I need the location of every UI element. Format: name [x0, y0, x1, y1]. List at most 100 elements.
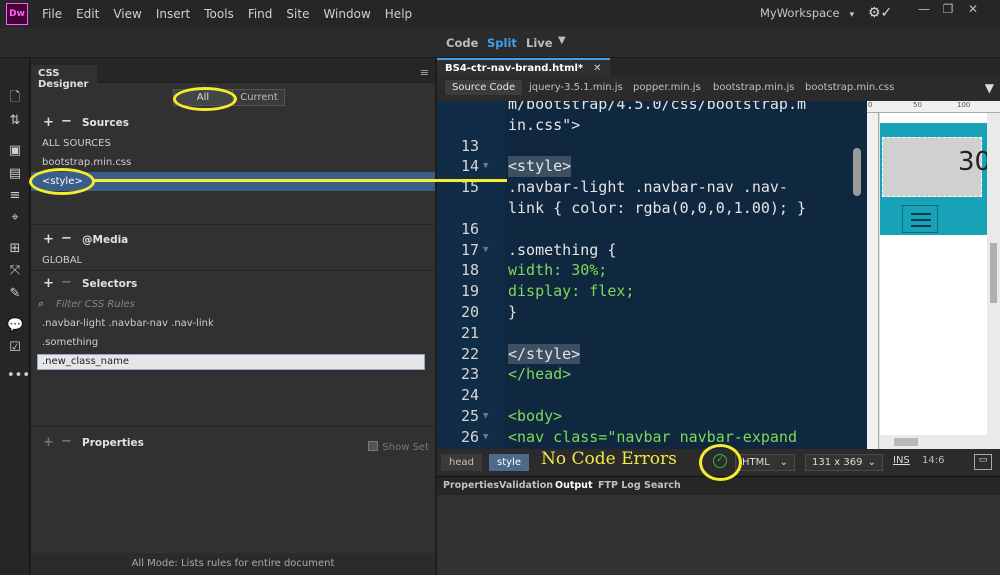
- code-view-icon[interactable]: ▣: [7, 143, 23, 159]
- selector-item[interactable]: .something: [31, 333, 435, 352]
- workspace-name: MyWorkspace: [760, 6, 840, 20]
- ruler-tick: 50: [913, 101, 922, 109]
- filter-icon[interactable]: ▼: [985, 81, 994, 95]
- panel-menu-icon[interactable]: ≡: [420, 66, 429, 79]
- window-size-select[interactable]: 131 x 369 ⌄: [805, 454, 883, 471]
- workspace-switcher[interactable]: MyWorkspace ▾: [760, 6, 854, 20]
- code-line: 17 ▼ .something {: [460, 240, 617, 261]
- menu-insert[interactable]: Insert: [156, 7, 190, 21]
- remove-media-icon[interactable]: −: [61, 231, 72, 246]
- related-file-bootstrap-css[interactable]: bootstrap.min.css: [805, 82, 894, 93]
- add-source-icon[interactable]: +: [43, 115, 54, 130]
- menu-edit[interactable]: Edit: [76, 7, 99, 21]
- preview-horizontal-scrollbar[interactable]: [880, 435, 987, 449]
- dom-icon[interactable]: ⊞: [7, 241, 23, 257]
- source-item-all[interactable]: ALL SOURCES: [31, 134, 435, 153]
- tag-selector-head[interactable]: head: [441, 454, 482, 471]
- tab-output[interactable]: Output: [555, 480, 593, 491]
- code-view-button[interactable]: Code: [446, 36, 478, 50]
- fold-arrow-icon[interactable]: ▼: [483, 240, 488, 261]
- code-line-text: in.css">: [508, 115, 581, 134]
- divider: [31, 270, 435, 271]
- filter-placeholder: Filter CSS Rules: [56, 299, 135, 310]
- split-view-button[interactable]: Split: [487, 36, 517, 50]
- media-item-global[interactable]: GLOBAL: [31, 251, 435, 270]
- tag-selector-style[interactable]: style: [489, 454, 529, 471]
- minimize-icon[interactable]: —: [913, 2, 935, 22]
- remove-selector-icon[interactable]: −: [61, 275, 72, 290]
- new-file-icon[interactable]: 🗋: [7, 90, 23, 106]
- preview-vertical-scrollbar[interactable]: [987, 113, 1000, 449]
- new-selector-input[interactable]: .new_class_name: [37, 354, 425, 370]
- chevron-down-icon[interactable]: ▼: [558, 35, 566, 46]
- menu-help[interactable]: Help: [385, 7, 412, 21]
- current-toggle-button[interactable]: Current: [233, 89, 285, 106]
- preview-icon[interactable]: ▭: [974, 454, 992, 470]
- brush-icon[interactable]: ✎: [7, 286, 23, 302]
- divider: [31, 426, 435, 427]
- add-selector-icon[interactable]: +: [43, 276, 54, 291]
- tab-search[interactable]: Search: [644, 480, 681, 491]
- document-tab-label: BS4-ctr-nav-brand.html*: [445, 63, 584, 74]
- transform-icon[interactable]: ⤧: [7, 263, 23, 279]
- live-view-button[interactable]: Live: [526, 36, 553, 50]
- show-set-checkbox[interactable]: Show Set: [368, 441, 429, 453]
- menu-site[interactable]: Site: [286, 7, 309, 21]
- target-icon[interactable]: ⌖: [7, 210, 23, 226]
- comment-icon[interactable]: 💬: [7, 318, 23, 334]
- related-file-bootstrap-js[interactable]: bootstrap.min.js: [713, 82, 794, 93]
- preview-navbar: 30: [880, 123, 991, 235]
- restore-icon[interactable]: ❐: [937, 2, 959, 22]
- remove-source-icon[interactable]: −: [61, 114, 72, 129]
- sync-settings-icon[interactable]: ⚙✓: [868, 5, 892, 21]
- code-line-text: .navbar-light .navbar-nav .nav-: [508, 178, 788, 197]
- css-designer-tab[interactable]: CSS Designer: [31, 65, 97, 90]
- media-header: + − @Media: [31, 229, 435, 251]
- remove-property-icon[interactable]: −: [61, 434, 72, 449]
- show-set-label: Show Set: [382, 442, 429, 453]
- fold-arrow-icon[interactable]: ▼: [483, 156, 488, 177]
- code-errors-message: No Code Errors: [541, 449, 677, 469]
- add-media-icon[interactable]: +: [43, 232, 54, 247]
- source-item-bootstrap[interactable]: bootstrap.min.css: [31, 153, 435, 172]
- related-file-source-code[interactable]: Source Code: [445, 80, 523, 95]
- validate-icon[interactable]: ☑: [7, 340, 23, 356]
- menu-window[interactable]: Window: [323, 7, 370, 21]
- close-icon[interactable]: ✕: [593, 63, 601, 74]
- cursor-position: 14:6: [922, 455, 945, 466]
- hamburger-icon[interactable]: [902, 205, 938, 233]
- tab-properties[interactable]: Properties: [443, 480, 499, 491]
- menu-view[interactable]: View: [113, 7, 141, 21]
- document-type-value: HTML: [742, 457, 770, 468]
- code-scrollbar[interactable]: [853, 148, 861, 196]
- scroll-thumb[interactable]: [990, 243, 997, 303]
- filter-css-rules[interactable]: ⌕ Filter CSS Rules: [31, 295, 435, 314]
- menu-file[interactable]: File: [42, 7, 62, 21]
- fold-arrow-icon[interactable]: ▼: [483, 406, 488, 427]
- document-type-select[interactable]: HTML ⌄: [735, 454, 795, 471]
- close-icon[interactable]: ✕: [962, 2, 984, 22]
- properties-title: Properties: [82, 437, 144, 449]
- annotation-circle-style: [29, 168, 95, 195]
- related-file-jquery[interactable]: jquery-3.5.1.min.js: [529, 82, 623, 93]
- code-view[interactable]: m/bootstrap/4.5.0/css/bootstrap.m in.css…: [437, 101, 867, 449]
- more-icon[interactable]: •••: [7, 368, 30, 384]
- document-tab[interactable]: BS4-ctr-nav-brand.html* ✕: [437, 58, 610, 76]
- add-property-icon[interactable]: +: [43, 435, 54, 450]
- selector-item[interactable]: .navbar-light .navbar-nav .nav-link: [31, 314, 435, 333]
- menu-tools[interactable]: Tools: [204, 7, 234, 21]
- live-view[interactable]: 0 50 100 30: [867, 101, 1000, 449]
- format-source-icon[interactable]: ≡: [7, 188, 23, 204]
- tab-validation[interactable]: Validation: [499, 480, 553, 491]
- code-line: 13: [460, 136, 479, 155]
- file-transfer-icon[interactable]: ⇅: [7, 113, 23, 129]
- menu-find[interactable]: Find: [248, 7, 273, 21]
- live-view-icon[interactable]: ▤: [7, 166, 23, 182]
- media-title: @Media: [82, 234, 129, 246]
- related-file-popper[interactable]: popper.min.js: [633, 82, 701, 93]
- insert-mode-indicator[interactable]: INS: [893, 455, 910, 466]
- fold-arrow-icon[interactable]: ▼: [483, 427, 488, 448]
- tab-ftp-log[interactable]: FTP Log: [598, 480, 641, 491]
- selectors-title: Selectors: [82, 278, 138, 290]
- scroll-thumb[interactable]: [894, 438, 918, 446]
